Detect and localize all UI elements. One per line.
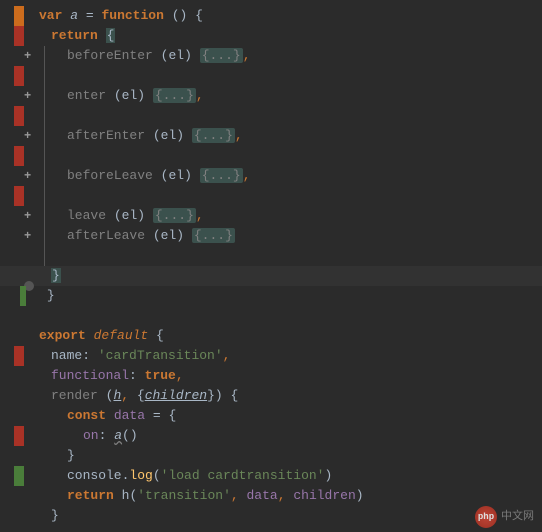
code-content: beforeLeave (el) {...}, (35, 166, 251, 186)
gutter-marker-error-icon (14, 346, 24, 366)
indent-guide (44, 206, 45, 226)
code-line[interactable]: + afterEnter (el) {...}, (0, 126, 542, 146)
code-line[interactable] (0, 106, 542, 126)
expand-icon[interactable]: + (24, 166, 31, 186)
collapsed-block[interactable]: {...} (200, 48, 243, 63)
indent-guide (44, 226, 45, 246)
code-line[interactable] (0, 66, 542, 86)
indent-guide (44, 166, 45, 186)
expand-icon[interactable]: + (24, 206, 31, 226)
indent-guide (44, 146, 45, 166)
code-line[interactable]: return { (0, 26, 542, 46)
code-content: } (35, 506, 59, 526)
code-content: functional: true, (35, 366, 184, 386)
indent-guide (44, 126, 45, 146)
code-line[interactable]: + beforeLeave (el) {...}, (0, 166, 542, 186)
code-content: beforeEnter (el) {...}, (35, 46, 251, 66)
indent-guide (44, 86, 45, 106)
gutter-marker-error-icon (14, 146, 24, 166)
code-content: } (35, 446, 75, 466)
code-line[interactable] (0, 146, 542, 166)
code-content: const data = { (35, 406, 176, 426)
watermark: php 中文网 (475, 506, 534, 528)
collapsed-block[interactable]: {...} (153, 88, 196, 103)
code-editor[interactable]: var a = function () { return { + beforeE… (0, 0, 542, 526)
expand-icon[interactable]: + (24, 86, 31, 106)
code-line[interactable]: } (0, 266, 542, 286)
code-content: return { (35, 26, 115, 46)
code-content: export default { (35, 326, 164, 346)
collapsed-block[interactable]: {...} (192, 228, 235, 243)
gutter-marker-add-icon (20, 286, 26, 306)
code-content: var a = function () { (35, 6, 203, 26)
code-line[interactable]: name: 'cardTransition', (0, 346, 542, 366)
indent-guide (44, 186, 45, 206)
code-content: leave (el) {...}, (35, 206, 204, 226)
code-line[interactable]: + enter (el) {...}, (0, 86, 542, 106)
code-line[interactable]: var a = function () { (0, 6, 542, 26)
code-line[interactable] (0, 246, 542, 266)
code-line[interactable]: on: a() (0, 426, 542, 446)
code-line[interactable]: return h('transition', data, children) (0, 486, 542, 506)
code-content: afterEnter (el) {...}, (35, 126, 243, 146)
gutter-marker-error-icon (14, 26, 24, 46)
code-line[interactable]: export default { (0, 326, 542, 346)
collapsed-block[interactable]: {...} (153, 208, 196, 223)
code-content: on: a() (35, 426, 138, 446)
code-content: render (h, {children}) { (35, 386, 238, 406)
watermark-text: 中文网 (501, 507, 534, 527)
indent-guide (44, 66, 45, 86)
gutter-marker-error-icon (14, 186, 24, 206)
gutter-marker-error-icon (14, 106, 24, 126)
gutter-marker-change-icon (14, 6, 24, 26)
collapsed-block[interactable]: {...} (200, 168, 243, 183)
code-line[interactable]: + afterLeave (el) {...} (0, 226, 542, 246)
code-line[interactable]: + beforeEnter (el) {...}, (0, 46, 542, 66)
watermark-logo-icon: php (475, 506, 497, 528)
code-line[interactable]: console.log('load cardtransition') (0, 466, 542, 486)
expand-icon[interactable]: + (24, 46, 31, 66)
collapsed-block[interactable]: {...} (192, 128, 235, 143)
gutter-marker-error-icon (14, 66, 24, 86)
code-content: return h('transition', data, children) (35, 486, 364, 506)
indent-guide (44, 106, 45, 126)
indent-guide (44, 46, 45, 66)
indent-guide (44, 246, 45, 266)
gutter-marker-error-icon (14, 426, 24, 446)
code-line[interactable]: functional: true, (0, 366, 542, 386)
code-line[interactable] (0, 186, 542, 206)
code-content: afterLeave (el) {...} (35, 226, 235, 246)
code-line[interactable]: } (0, 286, 542, 306)
code-content: enter (el) {...}, (35, 86, 204, 106)
code-line[interactable]: } (0, 446, 542, 466)
code-line[interactable]: render (h, {children}) { (0, 386, 542, 406)
code-line[interactable]: } (0, 506, 542, 526)
gutter-marker-add-icon (14, 466, 24, 486)
code-content: } (35, 266, 61, 286)
code-line[interactable]: + leave (el) {...}, (0, 206, 542, 226)
expand-icon[interactable]: + (24, 226, 31, 246)
expand-icon[interactable]: + (24, 126, 31, 146)
code-content: name: 'cardTransition', (35, 346, 230, 366)
code-line[interactable] (0, 306, 542, 326)
code-line[interactable]: const data = { (0, 406, 542, 426)
code-content: } (35, 286, 55, 306)
code-content: console.log('load cardtransition') (35, 466, 332, 486)
